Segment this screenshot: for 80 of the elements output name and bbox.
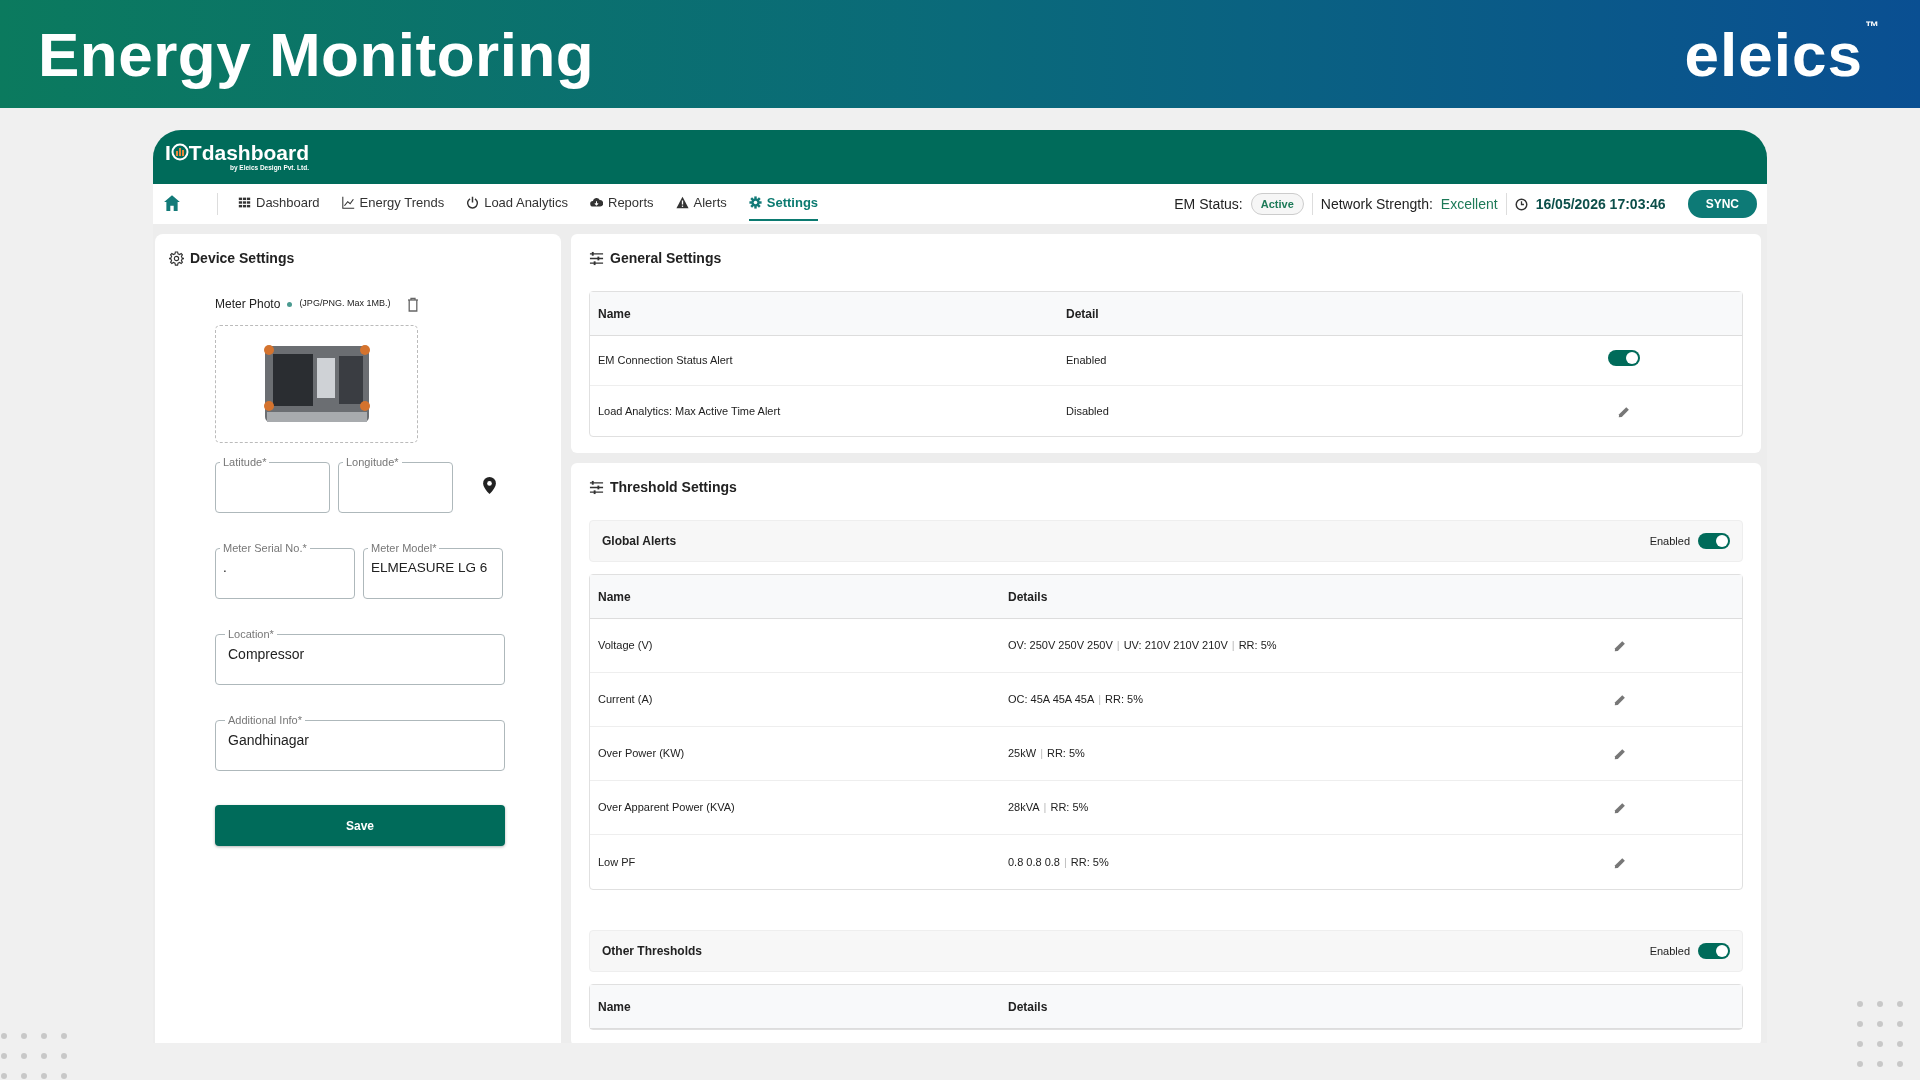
nav-tab[interactable]: Dashboard <box>238 186 320 222</box>
input-field[interactable]: Meter Serial No.* . <box>215 543 355 599</box>
nav-tab[interactable]: Settings <box>748 186 819 222</box>
sliders-icon <box>589 480 604 495</box>
toggle-switch[interactable] <box>1608 350 1640 367</box>
table-cell: Enabled <box>1066 354 1107 367</box>
column-header: Details <box>1008 999 1048 1014</box>
input-field[interactable]: Latitude* <box>215 457 330 513</box>
save-button[interactable]: Save <box>215 805 505 846</box>
brand-text: Tdashboard <box>188 141 310 163</box>
input-field[interactable]: Location* Compressor <box>215 629 505 685</box>
panel-title: General Settings <box>610 249 722 268</box>
edit-icon[interactable] <box>1614 694 1626 707</box>
dot-pattern-drawing <box>0 1032 68 1080</box>
edit-icon[interactable] <box>1614 640 1626 653</box>
warning-icon <box>675 196 689 209</box>
edit-icon[interactable] <box>1614 856 1626 869</box>
file-hint: (JPG/PNG. Max 1MB.) <box>299 297 391 311</box>
field-label: Meter Photo <box>215 296 281 313</box>
column-header: Name <box>598 999 631 1014</box>
table-cell: 0.8 0.8 0.8 | RR: 5% <box>1008 855 1109 868</box>
edit-icon[interactable] <box>1614 802 1626 815</box>
toggle-switch[interactable] <box>1698 943 1730 959</box>
status-label: EM Status: <box>1174 194 1243 214</box>
section-title: Global Alerts <box>602 533 677 550</box>
panel-title: Device Settings <box>190 249 295 268</box>
input-field[interactable]: Additional Info* Gandhinagar <box>215 715 505 771</box>
network-label: Network Strength: <box>1320 194 1433 214</box>
logo-icon <box>170 143 189 162</box>
brand-logo: eleics <box>1684 18 1863 91</box>
table-cell: Over Power (KW) <box>598 747 685 760</box>
nav-tab[interactable]: Load Analytics <box>466 186 568 222</box>
table-cell: Current (A) <box>598 693 653 706</box>
input-field[interactable]: Longitude* <box>338 457 453 513</box>
power-icon <box>466 196 480 209</box>
photo-dropzone[interactable] <box>215 325 418 443</box>
toggle-switch[interactable] <box>1698 533 1730 549</box>
table-cell: OC: 45A 45A 45A | RR: 5% <box>1008 693 1143 706</box>
trash-icon[interactable] <box>407 296 420 312</box>
edit-icon[interactable] <box>1614 748 1626 761</box>
table-cell: Low PF <box>598 855 636 868</box>
table-cell: OV: 250V 250V 250V | UV: 210V 210V 210V | RR: 5% <box>1008 639 1277 652</box>
nav-tab[interactable]: Reports <box>590 186 654 222</box>
sliders-icon <box>589 251 604 266</box>
sync-button[interactable]: SYNC <box>1687 190 1757 218</box>
cloud-icon <box>590 196 603 209</box>
table-cell: 25kW | RR: 5% <box>1008 747 1085 760</box>
line-chart-icon <box>341 196 355 209</box>
date-time: 16/05/2026 17:03:46 <box>1535 194 1666 214</box>
home-icon <box>163 193 181 212</box>
edit-icon[interactable] <box>1618 405 1630 418</box>
column-header: Name <box>598 306 631 321</box>
nav-tab[interactable]: Alerts <box>675 186 727 222</box>
table-cell: Load Analytics: Max Active Time Alert <box>598 404 781 417</box>
table-cell: Disabled <box>1066 404 1109 417</box>
grid-icon <box>238 196 251 209</box>
section-title: Other Thresholds <box>602 943 702 960</box>
status-text: Enabled <box>1649 943 1690 959</box>
table-cell: Over Apparent Power (KVA) <box>598 801 735 814</box>
brand-text: I <box>165 141 171 163</box>
panel-title: Threshold Settings <box>610 478 737 497</box>
table-cell: EM Connection Status Alert <box>598 354 733 367</box>
input-field[interactable]: Meter Model* ELMEASURE LG 6 <box>363 543 503 599</box>
table-cell: Voltage (V) <box>598 639 653 652</box>
trademark-mark: ™ <box>1865 16 1880 36</box>
network-value: Excellent <box>1440 194 1498 214</box>
banner-title: Energy Monitoring <box>38 18 595 91</box>
column-header: Name <box>598 589 631 604</box>
clock-icon <box>1514 197 1528 211</box>
column-header: Detail <box>1066 306 1099 321</box>
dot-pattern-drawing <box>1856 1000 1904 1068</box>
map-pin-icon[interactable] <box>483 476 496 494</box>
table-cell: 28kVA | RR: 5% <box>1008 801 1089 814</box>
status-badge: Active <box>1250 192 1304 216</box>
settings-icon <box>169 251 184 266</box>
status-text: Enabled <box>1649 533 1690 549</box>
settings-icon <box>748 196 762 209</box>
column-header: Details <box>1008 589 1048 604</box>
nav-tab[interactable]: Energy Trends <box>341 186 445 222</box>
required-dot <box>287 301 293 307</box>
